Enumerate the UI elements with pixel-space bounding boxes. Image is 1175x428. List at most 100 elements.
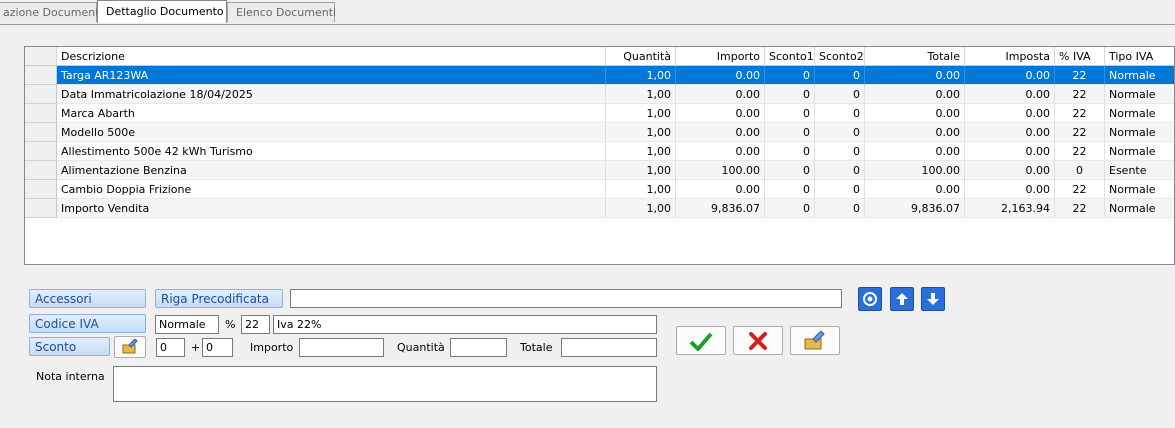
cell-sconto1: 0 <box>765 142 815 161</box>
accessori-button[interactable]: Accessori <box>29 289 146 308</box>
cell-tipo-iva: Normale <box>1105 142 1174 161</box>
cell-imposta: 0.00 <box>965 85 1055 104</box>
cell-imposta: 0.00 <box>965 180 1055 199</box>
row-header[interactable] <box>25 104 57 123</box>
table-row[interactable]: Importo Vendita 1,00 9,836.07 0 0 9,836.07 2,1… <box>25 199 1174 218</box>
sconto-clear-button[interactable] <box>114 336 146 358</box>
sconto-button[interactable]: Sconto <box>29 337 110 356</box>
cell-imposta: 0.00 <box>965 161 1055 180</box>
cell-perc-iva: 22 <box>1055 123 1105 142</box>
totale-field[interactable] <box>561 338 657 357</box>
cell-descrizione: Alimentazione Benzina <box>57 161 606 180</box>
cell-importo: 0.00 <box>676 123 765 142</box>
sconto1-field[interactable]: 0 <box>156 338 185 357</box>
cell-sconto2: 0 <box>815 66 865 85</box>
riga-precodificata-field[interactable] <box>290 289 842 308</box>
tab-dettaglio-documento[interactable]: Dettaglio Documento <box>97 0 227 23</box>
importo-field[interactable] <box>299 338 384 357</box>
table-row[interactable]: Data Immatricolazione 18/04/2025 1,00 0.00… <box>25 85 1174 104</box>
cell-imposta: 0.00 <box>965 123 1055 142</box>
tab-intestazione-documento[interactable]: azione Documento <box>0 2 106 22</box>
clear-form-button[interactable] <box>790 326 840 355</box>
cell-importo: 0.00 <box>676 142 765 161</box>
table-row[interactable]: Modello 500e 1,00 0.00 0 0 0.00 0.00 22 Normale <box>25 123 1174 142</box>
iva-tipo-field[interactable]: Normale <box>155 315 219 334</box>
tab-elenco-documenti[interactable]: Elenco Documenti <box>227 2 336 22</box>
col-header-tipo-iva[interactable]: Tipo IVA <box>1105 47 1174 66</box>
cell-totale: 100.00 <box>865 161 965 180</box>
cell-perc-iva: 22 <box>1055 199 1105 218</box>
cell-quantita: 1,00 <box>606 142 676 161</box>
table-row[interactable]: Targa AR123WA 1,00 0.00 0 0 0.00 0.00 22 Normale <box>25 66 1174 85</box>
cell-imposta: 0.00 <box>965 66 1055 85</box>
row-header[interactable] <box>25 85 57 104</box>
checkmark-icon <box>689 332 713 351</box>
riga-precodificata-button[interactable]: Riga Precodificata <box>155 289 283 308</box>
col-header-importo[interactable]: Importo <box>676 47 765 66</box>
cell-importo: 100.00 <box>676 161 765 180</box>
cell-perc-iva: 22 <box>1055 142 1105 161</box>
cell-sconto2: 0 <box>815 199 865 218</box>
col-header-quantita[interactable]: Quantità <box>606 47 676 66</box>
tab-bar: azione Documento Dettaglio Documento Ele… <box>0 0 1175 25</box>
codice-iva-button[interactable]: Codice IVA <box>29 314 146 333</box>
row-header[interactable] <box>25 199 57 218</box>
col-header-imposta[interactable]: Imposta <box>965 47 1055 66</box>
col-header-perc-iva[interactable]: % IVA <box>1055 47 1105 66</box>
cell-importo: 9,836.07 <box>676 199 765 218</box>
move-up-button[interactable] <box>890 287 914 311</box>
cancel-button[interactable] <box>733 326 783 355</box>
cell-sconto1: 0 <box>765 66 815 85</box>
cell-importo: 0.00 <box>676 66 765 85</box>
row-header[interactable] <box>25 123 57 142</box>
cell-totale: 0.00 <box>865 85 965 104</box>
cell-sconto2: 0 <box>815 85 865 104</box>
col-header-totale[interactable]: Totale <box>865 47 965 66</box>
cell-perc-iva: 22 <box>1055 85 1105 104</box>
cell-totale: 0.00 <box>865 123 965 142</box>
sconto2-field[interactable]: 0 <box>202 338 233 357</box>
cell-quantita: 1,00 <box>606 161 676 180</box>
cell-quantita: 1,00 <box>606 123 676 142</box>
table-row[interactable]: Alimentazione Benzina 1,00 100.00 0 0 100.00 0… <box>25 161 1174 180</box>
cell-sconto1: 0 <box>765 85 815 104</box>
cell-descrizione: Modello 500e <box>57 123 606 142</box>
quantita-field[interactable] <box>450 338 507 357</box>
col-header-sconto2[interactable]: Sconto2 <box>815 47 865 66</box>
table-row[interactable]: Marca Abarth 1,00 0.00 0 0 0.00 0.00 22 Normale <box>25 104 1174 123</box>
cell-sconto1: 0 <box>765 161 815 180</box>
record-button[interactable] <box>858 287 882 311</box>
totale-label: Totale <box>520 341 553 354</box>
cell-sconto2: 0 <box>815 142 865 161</box>
table-row[interactable]: Cambio Doppia Frizione 1,00 0.00 0 0 0.00 0.00… <box>25 180 1174 199</box>
cell-descrizione: Importo Vendita <box>57 199 606 218</box>
eraser-icon <box>804 330 825 349</box>
cell-sconto1: 0 <box>765 199 815 218</box>
cell-tipo-iva: Normale <box>1105 123 1174 142</box>
cell-perc-iva: 22 <box>1055 180 1105 199</box>
row-header[interactable] <box>25 66 57 85</box>
cell-perc-iva: 0 <box>1055 161 1105 180</box>
iva-perc-field[interactable]: 22 <box>241 315 270 334</box>
cell-imposta: 0.00 <box>965 104 1055 123</box>
cell-descrizione: Targa AR123WA <box>57 66 606 85</box>
row-header[interactable] <box>25 161 57 180</box>
col-header-descrizione[interactable]: Descrizione <box>57 47 606 66</box>
cell-importo: 0.00 <box>676 104 765 123</box>
cell-quantita: 1,00 <box>606 104 676 123</box>
confirm-button[interactable] <box>676 326 726 355</box>
importo-label: Importo <box>250 341 294 354</box>
percent-label: % <box>225 318 236 331</box>
iva-desc-field[interactable]: Iva 22% <box>273 315 657 334</box>
row-header[interactable] <box>25 142 57 161</box>
col-header-sconto1[interactable]: Sconto1 <box>765 47 815 66</box>
table-row[interactable]: Allestimento 500e 42 kWh Turismo 1,00 0.00… <box>25 142 1174 161</box>
cell-sconto1: 0 <box>765 180 815 199</box>
cell-perc-iva: 22 <box>1055 66 1105 85</box>
move-down-button[interactable] <box>921 287 945 311</box>
plus-label: + <box>191 341 201 354</box>
cell-tipo-iva: Normale <box>1105 180 1174 199</box>
document-lines-grid[interactable]: Descrizione Quantità Importo Sconto1 Sco… <box>24 46 1175 265</box>
nota-interna-field[interactable] <box>113 366 657 402</box>
row-header[interactable] <box>25 180 57 199</box>
